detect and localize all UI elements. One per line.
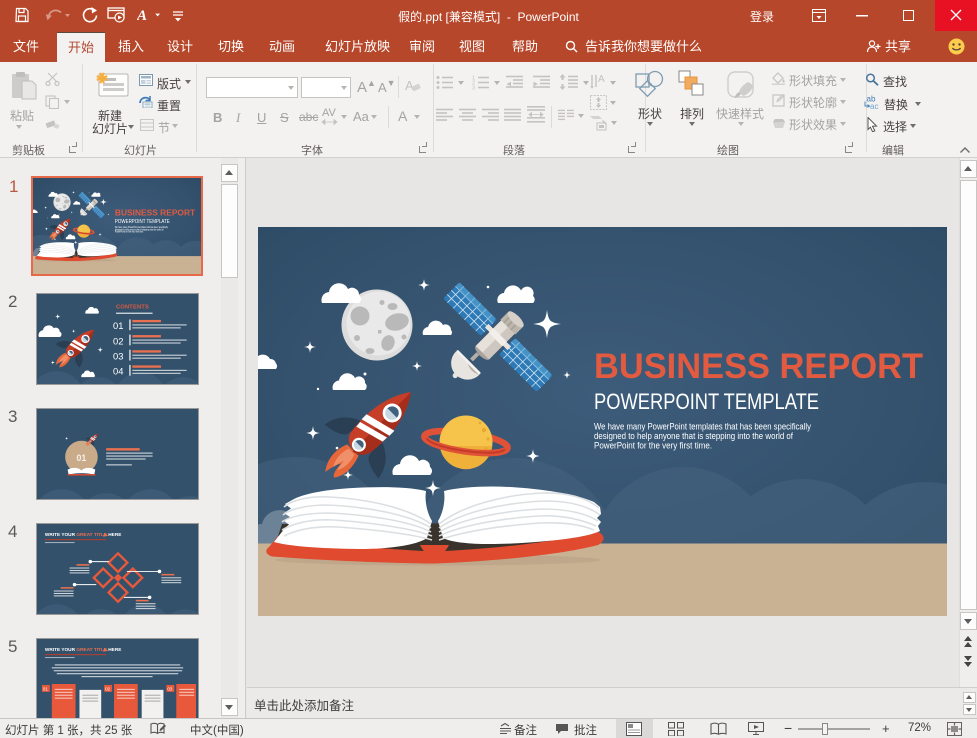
svg-text:01: 01 <box>77 453 87 463</box>
svg-text:WRITE YOUR GREAT TITLE HERE: WRITE YOUR GREAT TITLE HERE <box>45 532 122 537</box>
svg-text:ac: ac <box>870 102 878 109</box>
svg-text:01: 01 <box>113 321 123 331</box>
svg-text:A: A <box>598 74 605 85</box>
svg-text:CONTENTS: CONTENTS <box>116 305 149 311</box>
svg-text:WRITE YOUR GREAT TITLE HERE: WRITE YOUR GREAT TITLE HERE <box>45 647 122 652</box>
svg-text:02: 02 <box>113 336 123 346</box>
svg-text:3: 3 <box>472 86 475 91</box>
svg-text:03: 03 <box>167 686 172 691</box>
svg-text:04: 04 <box>113 367 123 377</box>
svg-text:01: 01 <box>43 686 48 691</box>
svg-text:02: 02 <box>105 686 110 691</box>
svg-text:A: A <box>405 78 414 93</box>
svg-text:03: 03 <box>113 352 123 362</box>
